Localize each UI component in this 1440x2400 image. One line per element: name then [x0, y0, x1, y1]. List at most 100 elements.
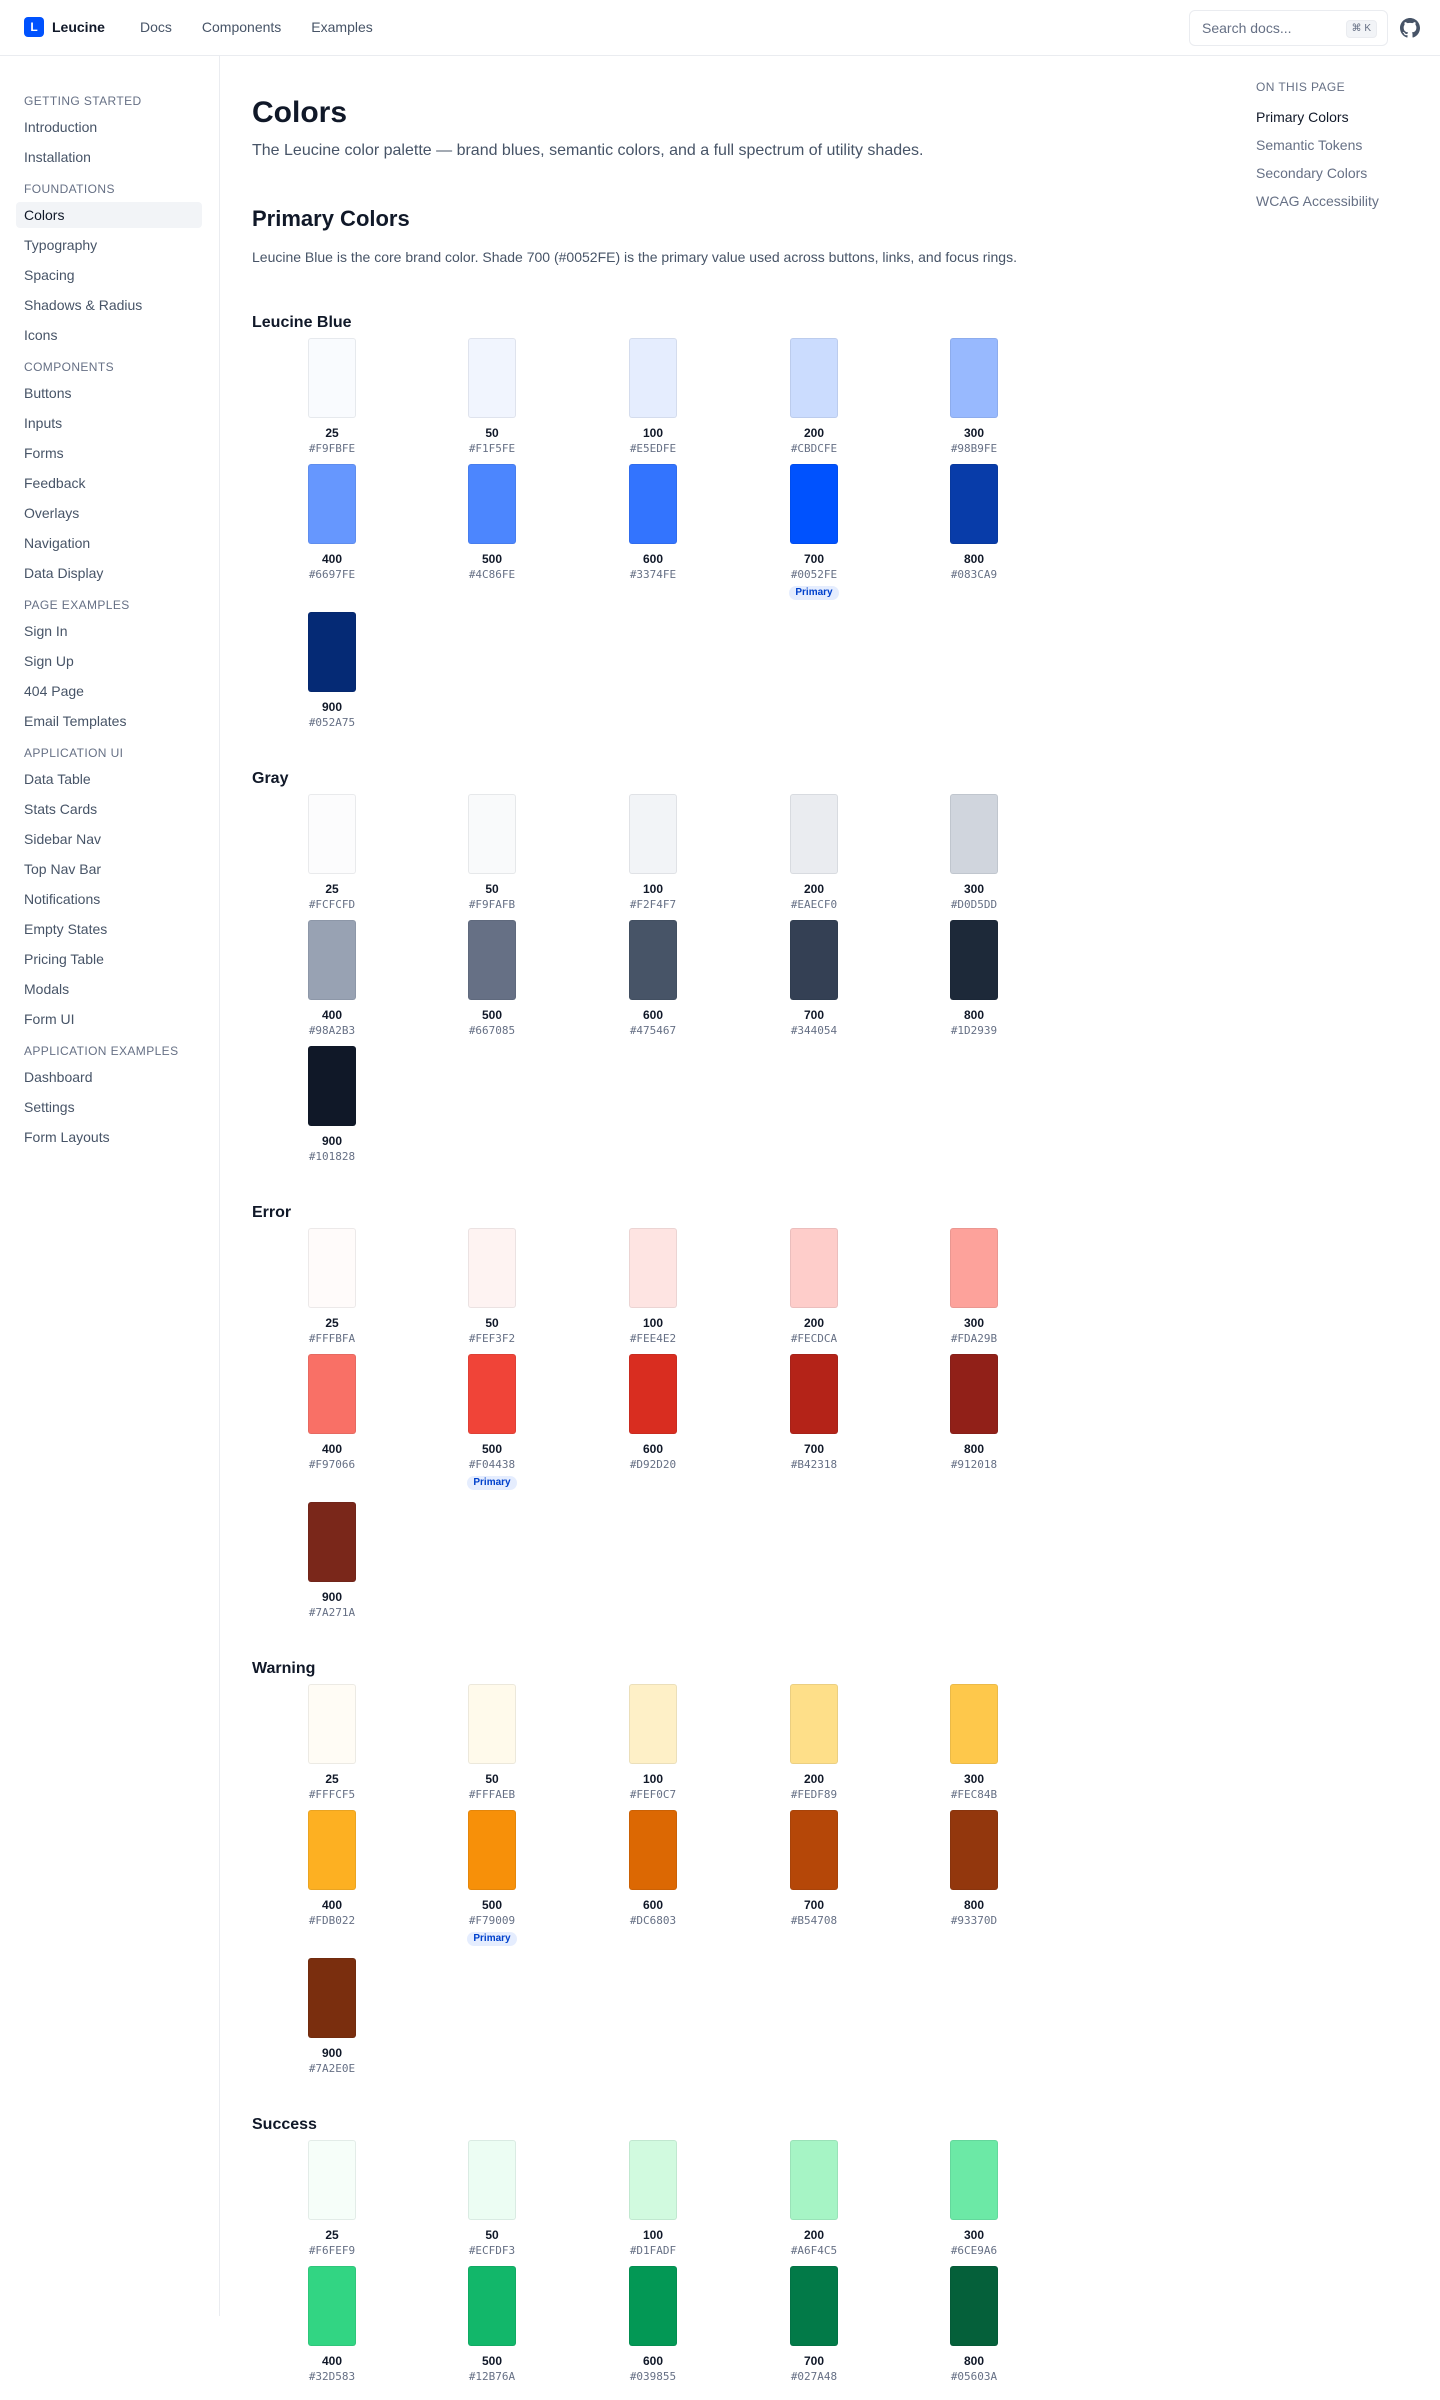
color-chip[interactable] [468, 2266, 516, 2346]
color-swatch[interactable]: 200 #FEDF89 [734, 1684, 894, 1802]
color-swatch[interactable]: 500 #4C86FE [412, 464, 572, 582]
color-swatch[interactable]: 900 #7A271A [252, 1502, 412, 1620]
color-chip[interactable] [308, 1046, 356, 1126]
color-swatch[interactable]: 700 #027A48 [734, 2266, 894, 2384]
color-swatch[interactable]: 600 #475467 [573, 920, 733, 1038]
color-swatch[interactable]: 300 #D0D5DD [894, 794, 1054, 912]
sidebar-item-settings[interactable]: Settings [16, 1094, 202, 1120]
sidebar-item-notifications[interactable]: Notifications [16, 886, 202, 912]
color-chip[interactable] [629, 464, 677, 544]
color-swatch[interactable]: 25 #F6FEF9 [252, 2140, 412, 2258]
color-swatch[interactable]: 600 #3374FE [573, 464, 733, 582]
color-chip[interactable] [629, 1228, 677, 1308]
toc-item-wcag-accessibility[interactable]: WCAG Accessibility [1256, 193, 1379, 209]
color-chip[interactable] [790, 338, 838, 418]
color-swatch[interactable]: 400 #FDB022 [252, 1810, 412, 1928]
color-swatch[interactable]: 300 #6CE9A6 [894, 2140, 1054, 2258]
color-chip[interactable] [468, 1810, 516, 1890]
sidebar-item-sidebar-nav[interactable]: Sidebar Nav [16, 826, 202, 852]
sidebar-item-colors[interactable]: Colors [16, 202, 202, 228]
sidebar-item-form-ui[interactable]: Form UI [16, 1006, 202, 1032]
color-swatch[interactable]: 500 #F79009 Primary [412, 1810, 572, 1946]
topnav-docs[interactable]: Docs [140, 19, 172, 35]
color-swatch[interactable]: 600 #DC6803 [573, 1810, 733, 1928]
sidebar-item-typography[interactable]: Typography [16, 232, 202, 258]
color-chip[interactable] [790, 920, 838, 1000]
color-chip[interactable] [468, 1354, 516, 1434]
color-swatch[interactable]: 600 #D92D20 [573, 1354, 733, 1472]
color-chip[interactable] [790, 1354, 838, 1434]
color-chip[interactable] [950, 920, 998, 1000]
color-swatch[interactable]: 50 #F1F5FE [412, 338, 572, 456]
color-chip[interactable] [308, 1354, 356, 1434]
color-swatch[interactable]: 600 #039855 [573, 2266, 733, 2384]
color-swatch[interactable]: 100 #FEF0C7 [573, 1684, 733, 1802]
color-swatch[interactable]: 300 #98B9FE [894, 338, 1054, 456]
color-chip[interactable] [468, 338, 516, 418]
color-swatch[interactable]: 400 #6697FE [252, 464, 412, 582]
color-chip[interactable] [468, 464, 516, 544]
color-chip[interactable] [629, 1810, 677, 1890]
sidebar-item-spacing[interactable]: Spacing [16, 262, 202, 288]
color-chip[interactable] [629, 1684, 677, 1764]
color-swatch[interactable]: 25 #FFFCF5 [252, 1684, 412, 1802]
color-chip[interactable] [950, 1354, 998, 1434]
color-chip[interactable] [308, 1958, 356, 2038]
color-swatch[interactable]: 800 #93370D [894, 1810, 1054, 1928]
sidebar-item-email-templates[interactable]: Email Templates [16, 708, 202, 734]
color-swatch[interactable]: 400 #32D583 [252, 2266, 412, 2384]
sidebar-item-icons[interactable]: Icons [16, 322, 202, 348]
color-chip[interactable] [950, 338, 998, 418]
color-swatch[interactable]: 100 #FEE4E2 [573, 1228, 733, 1346]
color-chip[interactable] [950, 1684, 998, 1764]
color-chip[interactable] [790, 1228, 838, 1308]
color-swatch[interactable]: 200 #EAECF0 [734, 794, 894, 912]
color-chip[interactable] [629, 338, 677, 418]
sidebar-item-empty-states[interactable]: Empty States [16, 916, 202, 942]
color-swatch[interactable]: 25 #F9FBFE [252, 338, 412, 456]
color-swatch[interactable]: 25 #FFFBFA [252, 1228, 412, 1346]
color-swatch[interactable]: 50 #FEF3F2 [412, 1228, 572, 1346]
color-chip[interactable] [308, 2266, 356, 2346]
sidebar-item-form-layouts[interactable]: Form Layouts [16, 1124, 202, 1150]
color-swatch[interactable]: 700 #344054 [734, 920, 894, 1038]
color-chip[interactable] [629, 2266, 677, 2346]
color-swatch[interactable]: 500 #F04438 Primary [412, 1354, 572, 1490]
color-swatch[interactable]: 200 #CBDCFE [734, 338, 894, 456]
color-chip[interactable] [790, 464, 838, 544]
color-chip[interactable] [468, 920, 516, 1000]
search-input[interactable] [1202, 20, 1342, 36]
color-swatch[interactable]: 800 #05603A [894, 2266, 1054, 2384]
color-chip[interactable] [468, 2140, 516, 2220]
color-chip[interactable] [790, 2266, 838, 2346]
sidebar-item-sign-up[interactable]: Sign Up [16, 648, 202, 674]
github-icon[interactable] [1400, 18, 1420, 38]
color-swatch[interactable]: 700 #B42318 [734, 1354, 894, 1472]
color-chip[interactable] [308, 464, 356, 544]
color-swatch[interactable]: 300 #FEC84B [894, 1684, 1054, 1802]
color-chip[interactable] [308, 612, 356, 692]
color-swatch[interactable]: 100 #D1FADF [573, 2140, 733, 2258]
color-chip[interactable] [308, 1684, 356, 1764]
color-chip[interactable] [950, 2266, 998, 2346]
color-chip[interactable] [950, 464, 998, 544]
sidebar-item-shadows-radius[interactable]: Shadows & Radius [16, 292, 202, 318]
topnav-examples[interactable]: Examples [311, 19, 372, 35]
color-chip[interactable] [308, 794, 356, 874]
color-swatch[interactable]: 400 #F97066 [252, 1354, 412, 1472]
sidebar-item-overlays[interactable]: Overlays [16, 500, 202, 526]
sidebar-item-modals[interactable]: Modals [16, 976, 202, 1002]
color-chip[interactable] [790, 1810, 838, 1890]
color-chip[interactable] [950, 794, 998, 874]
color-chip[interactable] [950, 2140, 998, 2220]
color-swatch[interactable]: 50 #FFFAEB [412, 1684, 572, 1802]
sidebar-item-dashboard[interactable]: Dashboard [16, 1064, 202, 1090]
color-chip[interactable] [629, 2140, 677, 2220]
sidebar-item-sign-in[interactable]: Sign In [16, 618, 202, 644]
sidebar-item-buttons[interactable]: Buttons [16, 380, 202, 406]
sidebar-item-top-nav-bar[interactable]: Top Nav Bar [16, 856, 202, 882]
color-chip[interactable] [468, 1228, 516, 1308]
sidebar-item-feedback[interactable]: Feedback [16, 470, 202, 496]
topnav-components[interactable]: Components [202, 19, 281, 35]
color-swatch[interactable]: 800 #1D2939 [894, 920, 1054, 1038]
